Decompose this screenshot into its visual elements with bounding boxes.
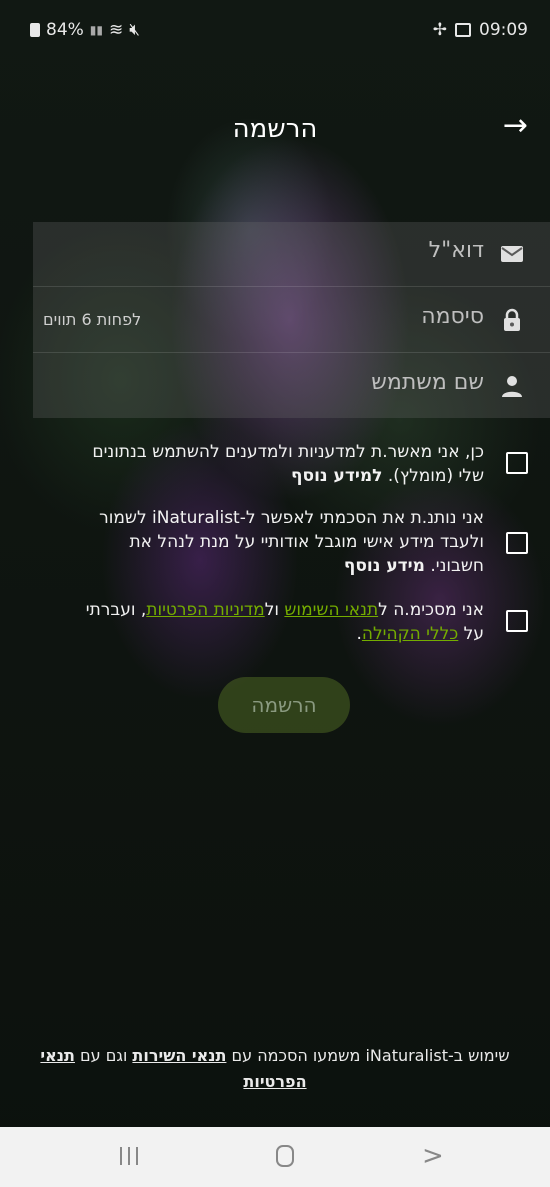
status-right: ✢ 09:09 [433,20,528,40]
consent-terms: אני מסכימ.ה לתנאי השימוש ולמדיניות הפרטי… [20,598,540,650]
email-field[interactable]: דוא"ל [33,222,550,286]
consent-terms-checkbox[interactable] [506,610,528,632]
battery-percent: 84% [46,20,84,40]
recent-apps-button[interactable] [112,1143,152,1171]
consent-text: אני מסכימ.ה ל [378,600,484,620]
community-guidelines-link[interactable]: כללי הקהילה [362,624,458,644]
privacy-policy-link[interactable]: מדיניות הפרטיות [146,600,264,620]
password-field[interactable]: סיסמה לפחות 6 תווים [33,288,550,352]
consent-data-sharing-text: כן, אני מאשר.ת למדעניות ולמדענים להשתמש … [24,440,484,488]
consent-personal-info: אני נותנ.ת את הסכמתי לאפשר ל-iNaturalist… [20,506,540,582]
privacy-terms-link[interactable]: תנאי [40,1046,75,1065]
clock: 09:09 [479,20,528,40]
consent-text: על [458,624,484,644]
lock-icon [504,308,520,331]
recent-apps-icon [136,1147,138,1165]
back-arrow-icon[interactable]: → [503,108,528,143]
consent-text: , ועברתי [85,600,147,620]
email-label: דוא"ל [428,238,484,263]
wifi-icon: ≋ [109,20,124,40]
footer-text: וגם עם [74,1046,133,1065]
gallery-icon [455,23,471,37]
home-icon [276,1145,294,1167]
password-label: סיסמה [421,304,484,329]
terms-of-use-link[interactable]: תנאי השימוש [284,600,378,620]
consent-text-line: כן, אני מאשר.ת למדעניות ולמדענים להשתמש … [92,442,484,462]
footer-text: שימוש ב-iNaturalist משמעו הסכמה עם [226,1046,510,1065]
terms-footer: שימוש ב-iNaturalist משמעו הסכמה עם תנאי … [0,1043,550,1095]
page-title: הרשמה [232,114,318,144]
chevron-right-icon: > [422,1141,444,1171]
consent-data-sharing: כן, אני מאשר.ת למדעניות ולמדענים להשתמש … [20,440,540,492]
fan-icon: ✢ [432,20,447,40]
divider [33,352,550,353]
recent-apps-icon [120,1147,122,1165]
recent-apps-icon [128,1147,130,1165]
consent-terms-text: אני מסכימ.ה לתנאי השימוש ולמדיניות הפרטי… [24,598,484,646]
person-icon [502,376,522,397]
username-label: שם משתמש [371,370,484,395]
back-button[interactable]: > [422,1143,462,1171]
sound-icon: 🔇︎ [129,20,140,40]
consent-text-line: ולעבד מידע אישי מוגבל אודותיי על מנת לנה… [129,532,484,552]
password-hint: לפחות 6 תווים [43,310,142,329]
signup-form: דוא"ל סיסמה לפחות 6 תווים שם משתמש [33,222,550,418]
divider [33,286,550,287]
status-left: 84% ▮▮ ≋ 🔇︎ [30,20,140,40]
more-info-link[interactable]: מידע נוסף [344,556,425,576]
signup-button[interactable]: הרשמה [218,677,350,733]
consent-text-line: אני נותנ.ת את הסכמתי לאפשר ל-iNaturalist… [99,508,484,528]
username-field[interactable]: שם משתמש [33,354,550,418]
signal-icon: ▮▮ [89,23,104,37]
home-button[interactable] [268,1143,308,1171]
terms-of-service-link[interactable]: תנאי השירות [132,1046,226,1065]
consent-personal-info-checkbox[interactable] [506,532,528,554]
learn-more-link[interactable]: למידע נוסף [291,466,382,486]
email-icon [501,246,523,262]
consent-data-sharing-checkbox[interactable] [506,452,528,474]
status-bar: 84% ▮▮ ≋ 🔇︎ ✢ 09:09 [0,0,550,60]
battery-icon [30,23,40,37]
consent-text: ול [264,600,285,620]
system-nav-bar: > [0,1127,550,1187]
consent-personal-info-text: אני נותנ.ת את הסכמתי לאפשר ל-iNaturalist… [24,506,484,578]
consent-text-line: חשבוני. [424,556,484,576]
consent-text-line: שלי (מומלץ). [382,466,484,486]
privacy-terms-link[interactable]: הפרטיות [243,1072,306,1091]
